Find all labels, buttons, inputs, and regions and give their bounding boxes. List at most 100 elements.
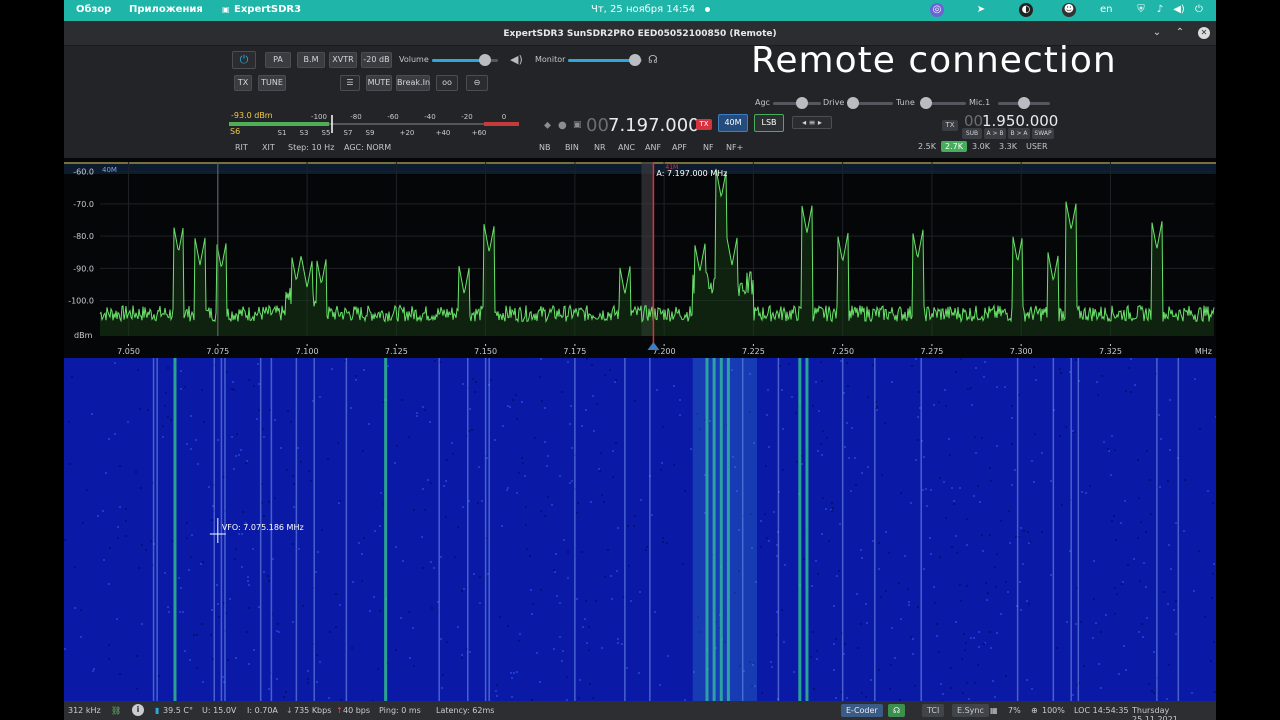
mode-button[interactable]: LSB [754,114,784,132]
bm-button[interactable]: B.M [297,52,325,68]
waterfall-noise [1041,531,1043,533]
waterfall-noise [576,598,578,600]
waterfall-display[interactable]: VFO: 7.075.186 MHz [64,358,1216,701]
tray-logo-icon[interactable]: ◐ [1019,3,1033,17]
waterfall-noise [579,679,581,681]
ecoder-button[interactable]: E-Coder [841,704,883,717]
language-indicator[interactable]: en [1100,4,1113,15]
power-icon[interactable]: ⏻ [1192,3,1206,17]
agc-slider[interactable] [773,97,821,109]
smeter-scale-bottom: +20 [400,129,415,137]
vfo-step-arrows[interactable]: ◂ ≡ ▸ [792,116,832,129]
volume-slider[interactable] [432,54,498,66]
pa-button[interactable]: PA [265,52,291,68]
waterfall-noise [966,544,968,546]
tray-app-icon[interactable]: ◎ [930,3,944,17]
swap-button[interactable]: SWAP [1032,128,1054,139]
volume-icon[interactable]: ◀) [1172,3,1186,17]
bin-button[interactable]: BIN [565,143,579,152]
nr-button[interactable]: NR [594,143,606,152]
filter-user[interactable]: USER [1022,141,1052,152]
waterfall-noise [1110,474,1112,476]
playback-icon[interactable]: ⊖ [466,75,488,91]
monitor-slider[interactable] [568,54,642,66]
attenuator-button[interactable]: -20 dB [361,52,392,68]
headphones-icon[interactable]: ☊ [648,53,658,66]
padlock-icon[interactable]: ▣ [573,120,582,130]
nf-button[interactable]: NF [703,143,714,152]
waterfall-noise [308,470,310,472]
filter-2-7k[interactable]: 2.7K [941,141,967,152]
tray-ghost-icon[interactable]: ☻ [1062,3,1076,17]
nb-button[interactable]: NB [539,143,550,152]
filter-3-3k[interactable]: 3.3K [995,141,1021,152]
sub-button[interactable]: SUB [962,128,982,139]
waterfall-noise [507,405,509,407]
waterfall-noise [217,439,219,441]
voice-recorder-icon[interactable]: oo [436,75,458,91]
tci-button[interactable]: TCI [922,704,945,717]
waterfall-noise [472,378,474,380]
waterfall-noise [589,683,591,685]
info-icon[interactable]: i [132,704,144,716]
apf-button[interactable]: APF [672,143,687,152]
rit-button[interactable]: RIT [235,143,248,152]
filter-3-0k[interactable]: 3.0K [968,141,994,152]
vfo-b-tx-tag[interactable]: TX [942,120,958,131]
breakin-button[interactable]: Break.In [396,75,430,91]
a-to-b-button[interactable]: A > B [984,128,1006,139]
waterfall-noise [424,409,426,411]
b-to-a-button[interactable]: B > A [1008,128,1030,139]
vfo-a-frequency[interactable]: 7.197.000 [608,115,700,136]
waterfall-noise [479,602,481,604]
microphone-icon[interactable]: ♪ [1153,3,1167,17]
active-app-name[interactable]: ExpertSDR3 [234,4,301,15]
waterfall-noise [433,567,435,569]
lock-icon[interactable]: ● [558,120,567,131]
waterfall-noise [1211,597,1213,599]
drive-slider[interactable] [847,97,893,109]
waterfall-noise [634,400,636,402]
mute-button[interactable]: MUTE [366,75,392,91]
tune-button[interactable]: TUNE [258,75,286,91]
anf-button[interactable]: ANF [645,143,661,152]
eraser-icon[interactable]: ⬥ [544,120,551,131]
xit-button[interactable]: XIT [262,143,275,152]
waterfall-noise [297,447,299,449]
equalizer-icon[interactable]: ☰ [340,75,360,91]
waterfall-noise [783,641,785,643]
maximize-icon[interactable]: ⌃ [1174,27,1186,39]
tx-button[interactable]: TX [234,75,252,91]
waterfall-noise [571,447,573,449]
chevron-down-icon[interactable]: ⌄ [1151,27,1163,39]
waterfall-noise [1093,560,1095,562]
headset-icon[interactable]: ☊ [888,704,906,717]
vfo-a-tx-tag[interactable]: TX [696,119,712,130]
mic-slider[interactable] [998,97,1050,109]
anc-button[interactable]: ANC [618,143,635,152]
waterfall-noise [872,540,874,542]
waterfall-noise [238,533,240,535]
step-selector[interactable]: Step: 10 Hz [288,143,334,152]
xvtr-button[interactable]: XVTR [329,52,357,68]
filter-2-5k[interactable]: 2.5K [914,141,940,152]
power-button[interactable]: ⏻ [232,51,256,69]
close-icon[interactable]: ✕ [1198,27,1210,39]
band-button[interactable]: 40M [718,114,748,132]
bandwidth-readout: 312 kHz [68,706,101,715]
esync-button[interactable]: E.Sync [952,704,989,717]
waterfall-noise [1033,366,1035,368]
agc-mode-selector[interactable]: AGC: NORM [344,143,391,152]
speaker-icon[interactable]: ◀) [510,53,523,66]
nf-plus-button[interactable]: NF+ [726,143,743,152]
spectrum-panadapter[interactable]: -60.0 -70.0 -80.0 -90.0 -100.0 dBm 40M 7.050 7.0… [64,158,1216,358]
overview-button[interactable]: Обзор [76,4,111,15]
zoom-icon[interactable]: ⊕ [1031,706,1038,715]
telegram-icon[interactable]: ➤ [974,3,988,17]
clock[interactable]: Чт, 25 ноября 14:54 [591,4,695,15]
waterfall-noise [981,437,983,439]
waterfall-noise [1175,522,1177,524]
vpn-shield-icon[interactable]: ⛨ [1134,3,1148,17]
applications-menu[interactable]: Приложения [129,4,203,15]
tune-power-slider[interactable] [920,97,966,109]
